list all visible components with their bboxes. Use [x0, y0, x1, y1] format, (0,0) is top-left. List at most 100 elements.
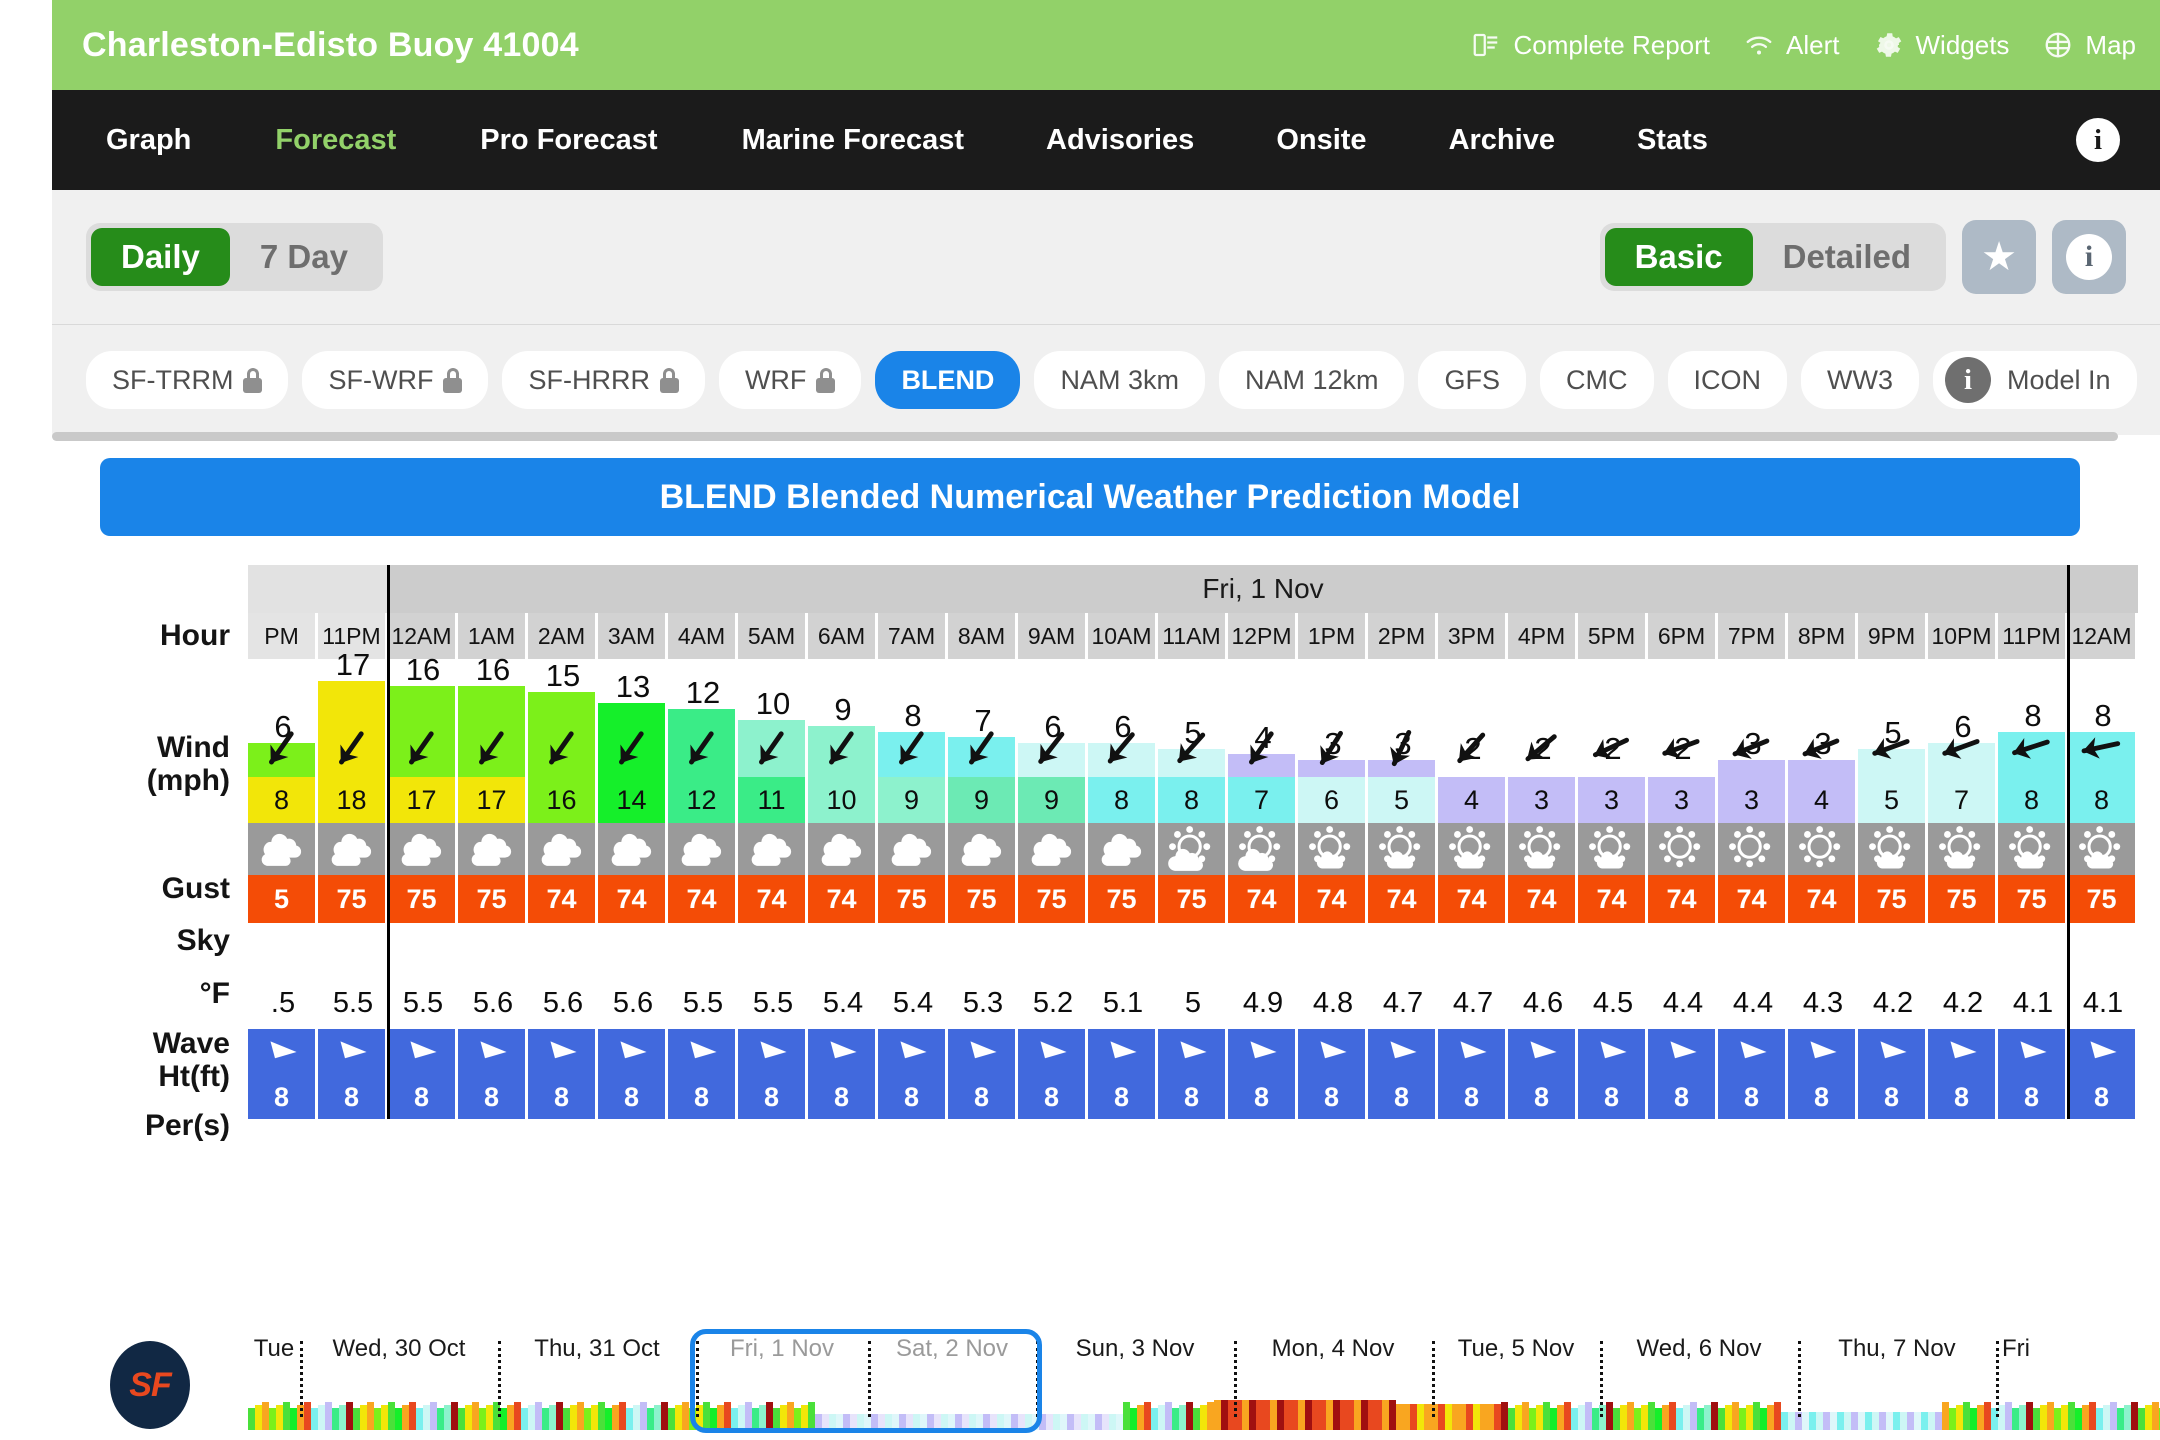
wave-cell	[1018, 1029, 1086, 1075]
model-info-button[interactable]: i Model In	[1932, 351, 2137, 409]
hour-cell[interactable]: 11AM	[1158, 613, 1226, 659]
hour-cell[interactable]: 12AM	[2068, 613, 2136, 659]
model-chip-wrf[interactable]: WRF	[718, 351, 862, 409]
detailed-option[interactable]: Detailed	[1753, 228, 1941, 286]
nav-item-pro-forecast[interactable]: Pro Forecast	[480, 124, 657, 157]
timeline-bar	[556, 1402, 563, 1430]
hour-cell[interactable]: 4PM	[1508, 613, 1576, 659]
hour-cell[interactable]: 3AM	[598, 613, 666, 659]
timeline-bar	[1704, 1405, 1711, 1430]
gust-cell: 7	[1928, 777, 1996, 823]
hour-cell[interactable]: 7PM	[1718, 613, 1786, 659]
timeline-day-label[interactable]: Wed, 6 Nov	[1600, 1335, 1798, 1363]
hour-cell[interactable]: 9PM	[1858, 613, 1926, 659]
wave-cell	[458, 1029, 526, 1075]
timeline-day-label[interactable]: Tue	[248, 1335, 300, 1363]
basic-detailed-toggle[interactable]: Basic Detailed	[1599, 223, 1946, 291]
model-chip-sf-wrf[interactable]: SF-WRF	[302, 351, 489, 409]
model-chip-label: BLEND	[901, 364, 995, 395]
timeline-bar	[1543, 1402, 1550, 1430]
model-chip-blend[interactable]: BLEND	[875, 351, 1021, 409]
hour-cell[interactable]: 10PM	[1928, 613, 1996, 659]
nav-item-graph[interactable]: Graph	[106, 124, 191, 157]
timeline-bar	[1319, 1400, 1326, 1430]
hour-cell[interactable]: 2AM	[528, 613, 596, 659]
model-chip-nam-12km[interactable]: NAM 12km	[1218, 351, 1405, 409]
basic-option[interactable]: Basic	[1604, 228, 1753, 286]
day-timeline[interactable]: SF Tue Wed, 30 Oct Thu, 31 Oct Fri, 1 Nov Sa…	[0, 1325, 2160, 1440]
nav-item-marine-forecast[interactable]: Marine Forecast	[742, 124, 964, 157]
timeline-day-label[interactable]: Wed, 30 Oct	[300, 1335, 498, 1363]
detail-info-button[interactable]: i	[2052, 220, 2126, 294]
temperature-cell: 75	[1158, 875, 1226, 923]
hour-cell[interactable]: 11PM	[1998, 613, 2066, 659]
nav-info-button[interactable]: i	[2076, 118, 2120, 162]
temperature-cell: 74	[598, 875, 666, 923]
complete-report-button[interactable]: Complete Report	[1471, 30, 1710, 61]
nav-item-forecast[interactable]: Forecast	[275, 124, 396, 157]
timeline-bar	[1648, 1402, 1655, 1430]
hour-cell[interactable]: 8PM	[1788, 613, 1856, 659]
model-bar-scrollbar[interactable]	[52, 432, 2118, 441]
widgets-button[interactable]: Widgets	[1874, 30, 2009, 61]
timeline-bar	[444, 1405, 451, 1430]
hour-cell[interactable]: 6PM	[1648, 613, 1716, 659]
model-chip-label: ICON	[1693, 364, 1762, 395]
7day-option[interactable]: 7 Day	[230, 228, 378, 286]
hour-cell[interactable]: 1PM	[1298, 613, 1366, 659]
model-chip-icon[interactable]: ICON	[1667, 351, 1787, 409]
hour-cell[interactable]: 8AM	[948, 613, 1016, 659]
timeline-day-label[interactable]: Fri	[1996, 1335, 2036, 1363]
model-chip-gfs[interactable]: GFS	[1418, 351, 1526, 409]
hour-cell[interactable]: PM	[248, 613, 316, 659]
timeline-bar	[1865, 1412, 1872, 1430]
map-button[interactable]: Map	[2043, 30, 2136, 61]
alert-button[interactable]: Alert	[1744, 30, 1840, 61]
timeline-day-label[interactable]: Thu, 31 Oct	[498, 1335, 696, 1363]
sky-cell	[1578, 823, 1646, 875]
favorite-button[interactable]: ★	[1962, 220, 2036, 294]
timeline-day-label[interactable]: Sun, 3 Nov	[1036, 1335, 1234, 1363]
timeline-bar	[2026, 1402, 2033, 1430]
temperature-cell: 75	[1928, 875, 1996, 923]
timeline-bar	[1473, 1404, 1480, 1430]
nav-item-onsite[interactable]: Onsite	[1276, 124, 1366, 157]
hour-cell[interactable]: 5AM	[738, 613, 806, 659]
model-chip-nam-3km[interactable]: NAM 3km	[1034, 351, 1205, 409]
model-chip-cmc[interactable]: CMC	[1540, 351, 1654, 409]
daily-option[interactable]: Daily	[91, 228, 230, 286]
timeline-day-label[interactable]: Thu, 7 Nov	[1798, 1335, 1996, 1363]
model-chip-ww3[interactable]: WW3	[1801, 351, 1919, 409]
timeline-bar	[1816, 1412, 1823, 1430]
timeline-day-label[interactable]: Mon, 4 Nov	[1234, 1335, 1432, 1363]
timeline-bar	[1564, 1402, 1571, 1430]
timeline-track[interactable]: Tue Wed, 30 Oct Thu, 31 Oct Fri, 1 Nov Sat, …	[248, 1325, 2160, 1440]
hour-cell[interactable]: 6AM	[808, 613, 876, 659]
hour-cell[interactable]: 12PM	[1228, 613, 1296, 659]
wave-cell	[1298, 1029, 1366, 1075]
timeline-bar	[1781, 1412, 1788, 1430]
hour-cell[interactable]: 7AM	[878, 613, 946, 659]
hour-cell[interactable]: 10AM	[1088, 613, 1156, 659]
hour-cell[interactable]: 3PM	[1438, 613, 1506, 659]
temperature-cell: 74	[1368, 875, 1436, 923]
hour-cell[interactable]: 9AM	[1018, 613, 1086, 659]
nav-item-archive[interactable]: Archive	[1449, 124, 1555, 157]
model-chip-sf-hrrr[interactable]: SF-HRRR	[502, 351, 705, 409]
hour-cell[interactable]: 2PM	[1368, 613, 1436, 659]
wave-cell	[248, 1029, 316, 1075]
wind-direction-arrow-icon	[1648, 717, 1716, 777]
nav-item-advisories[interactable]: Advisories	[1046, 124, 1194, 157]
hour-cell[interactable]: 4AM	[668, 613, 736, 659]
model-chip-bar[interactable]: SF-TRRM SF-WRF SF-HRRR WRF BLEND NAM 3km…	[52, 325, 2160, 435]
nav-item-stats[interactable]: Stats	[1637, 124, 1708, 157]
timeline-day-label[interactable]: Tue, 5 Nov	[1432, 1335, 1600, 1363]
timeline-bar	[1788, 1412, 1795, 1430]
daily-7day-toggle[interactable]: Daily 7 Day	[86, 223, 383, 291]
hour-cell[interactable]: 5PM	[1578, 613, 1646, 659]
star-icon: ★	[1981, 235, 2017, 279]
timeline-selection-box[interactable]	[690, 1329, 1042, 1433]
wave-height-value: 4.1	[2012, 987, 2054, 1019]
model-chip-sf-trrm[interactable]: SF-TRRM	[86, 351, 289, 409]
period-cell: 8	[1578, 1075, 1646, 1119]
